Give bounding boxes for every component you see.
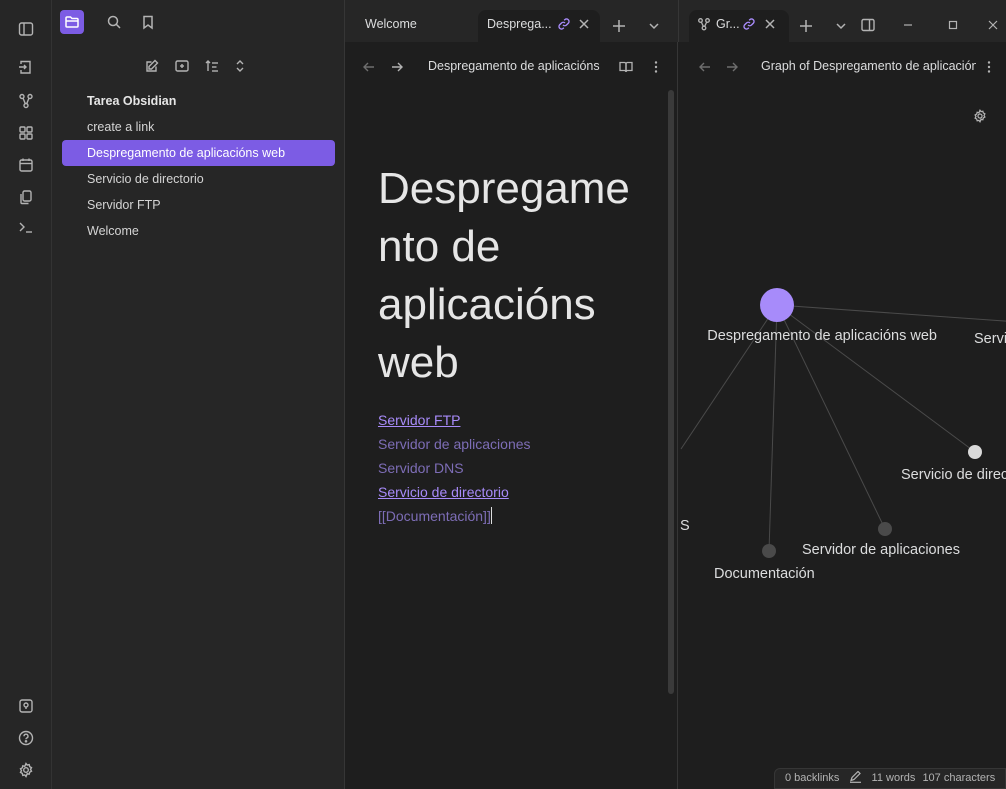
vault-folder-label[interactable]: Tarea Obsidian bbox=[62, 88, 335, 114]
editor-pane: Despregamento de aplicacións web Despreg… bbox=[346, 42, 678, 789]
graph-edge bbox=[680, 304, 778, 450]
expand-collapse-icon[interactable] bbox=[230, 56, 250, 76]
editor-scrollbar[interactable] bbox=[668, 90, 674, 694]
tab-list-chevron-icon[interactable] bbox=[647, 19, 663, 35]
graph-edge bbox=[776, 304, 1006, 322]
graph-label-servicio-directorio: Servicio de directorio bbox=[901, 467, 1006, 483]
reading-view-icon[interactable] bbox=[618, 59, 634, 75]
settings-gear-icon[interactable] bbox=[17, 761, 37, 781]
internal-link[interactable]: Servicio de directorio bbox=[378, 484, 509, 500]
character-count: 107 characters bbox=[922, 772, 996, 784]
note-title-line: web bbox=[378, 338, 459, 387]
unresolved-link[interactable]: Servidor de aplicaciones bbox=[378, 436, 531, 452]
canvas-icon[interactable] bbox=[17, 124, 37, 144]
ribbon bbox=[0, 0, 52, 789]
graph-view-icon[interactable] bbox=[17, 92, 37, 112]
right-sidebar-toggle-icon[interactable] bbox=[860, 17, 876, 33]
link-icon bbox=[742, 17, 758, 33]
note-title-line: nto de bbox=[378, 222, 501, 271]
graph-node-documentacion[interactable] bbox=[762, 544, 776, 558]
sort-icon[interactable] bbox=[202, 56, 222, 76]
sidebar-toggle-icon[interactable] bbox=[17, 20, 37, 40]
tab-welcome[interactable]: Welcome bbox=[365, 10, 465, 42]
link-icon bbox=[557, 17, 573, 33]
graph-node-servicio-directorio[interactable] bbox=[968, 445, 982, 459]
graph-canvas[interactable] bbox=[679, 42, 1006, 789]
file-item-create-a-link[interactable]: create a link bbox=[62, 114, 335, 140]
forward-arrow-icon[interactable] bbox=[390, 60, 406, 76]
new-note-icon[interactable] bbox=[142, 56, 162, 76]
file-item-despregamento[interactable]: Despregamento de aplicacións web bbox=[62, 140, 335, 166]
file-tree: Tarea Obsidian create a link Despregamen… bbox=[62, 88, 335, 244]
raw-link-text[interactable]: [[Documentación]] bbox=[378, 508, 491, 524]
close-tab-icon[interactable] bbox=[577, 17, 593, 33]
new-tab-icon[interactable] bbox=[611, 18, 627, 34]
search-icon[interactable] bbox=[102, 10, 126, 34]
minimize-window-icon[interactable] bbox=[901, 18, 917, 34]
graph-node-main[interactable] bbox=[760, 288, 794, 322]
tab-list-chevron-icon[interactable] bbox=[834, 19, 850, 35]
file-explorer-sidebar: Tarea Obsidian create a link Despregamen… bbox=[52, 0, 345, 789]
vault-help-icon[interactable] bbox=[17, 697, 37, 717]
graph-label-servidor-aplicaciones: Servidor de aplicaciones bbox=[802, 542, 960, 558]
close-window-icon[interactable] bbox=[986, 18, 1002, 34]
graph-icon bbox=[697, 17, 713, 33]
calendar-icon[interactable] bbox=[17, 156, 37, 176]
unresolved-link[interactable]: Servidor DNS bbox=[378, 460, 464, 476]
file-item-welcome[interactable]: Welcome bbox=[62, 218, 335, 244]
status-bar: 0 backlinks 11 words 107 characters bbox=[774, 768, 1006, 789]
file-item-servidor-ftp[interactable]: Servidor FTP bbox=[62, 192, 335, 218]
graph-label-main: Despregamento de aplicacións web bbox=[707, 328, 937, 344]
graph-label-servidor-ftp: Servidor FTP bbox=[974, 331, 1006, 347]
back-arrow-icon[interactable] bbox=[362, 60, 378, 76]
internal-link[interactable]: Servidor FTP bbox=[378, 412, 460, 428]
maximize-window-icon[interactable] bbox=[946, 18, 962, 34]
view-header: Despregamento de aplicacións web bbox=[346, 42, 677, 82]
new-folder-icon[interactable] bbox=[172, 56, 192, 76]
sidebar-tab-header bbox=[52, 10, 345, 36]
close-tab-icon[interactable] bbox=[763, 17, 779, 33]
bookmark-icon[interactable] bbox=[136, 10, 160, 34]
edit-mode-icon[interactable] bbox=[849, 771, 863, 783]
note-title-line: Despregame bbox=[378, 164, 630, 213]
tab-bar: Welcome Desprega... Gr... bbox=[345, 0, 1006, 42]
pane-divider bbox=[678, 0, 679, 42]
tab-welcome-label: Welcome bbox=[365, 17, 417, 31]
new-tab-icon[interactable] bbox=[798, 18, 814, 34]
view-header-title[interactable]: Despregamento de aplicacións web bbox=[428, 59, 603, 73]
tab-note[interactable]: Desprega... bbox=[478, 10, 600, 42]
more-options-icon[interactable] bbox=[648, 59, 664, 75]
graph-label-servidor-dns: S bbox=[680, 518, 690, 534]
tab-note-label: Desprega... bbox=[487, 17, 552, 31]
graph-label-documentacion: Documentación bbox=[714, 566, 815, 582]
file-explorer-actions bbox=[138, 56, 268, 78]
word-count: 11 words bbox=[871, 772, 916, 784]
note-body: Servidor FTP Servidor de aplicaciones Se… bbox=[378, 408, 531, 528]
help-icon[interactable] bbox=[17, 729, 37, 749]
graph-pane: Graph of Despregamento de aplicacións we… bbox=[679, 42, 1006, 789]
graph-node-servidor-aplicaciones[interactable] bbox=[878, 522, 892, 536]
tab-graph-label: Gr... bbox=[716, 17, 740, 31]
files-tab-button[interactable] bbox=[60, 10, 84, 34]
terminal-icon[interactable] bbox=[17, 218, 37, 238]
note-title[interactable]: Despregame nto de aplicacións web bbox=[378, 160, 648, 392]
tab-graph[interactable]: Gr... bbox=[689, 10, 789, 42]
file-item-servicio-directorio[interactable]: Servicio de directorio bbox=[62, 166, 335, 192]
backlinks-count[interactable]: 0 backlinks bbox=[785, 772, 839, 784]
note-title-line: aplicacións bbox=[378, 280, 596, 329]
open-quick-switcher-icon[interactable] bbox=[17, 58, 37, 78]
copy-icon[interactable] bbox=[17, 188, 37, 208]
